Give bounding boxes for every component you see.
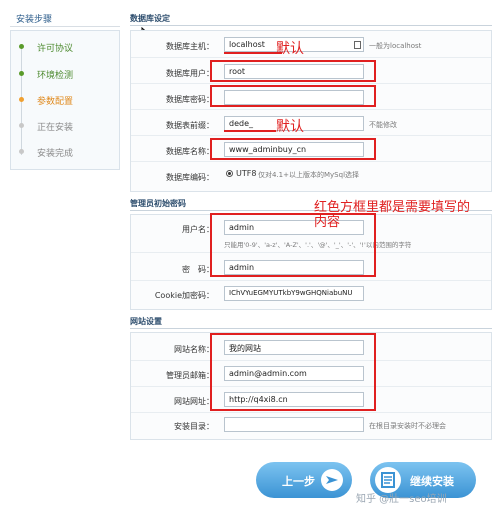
db-name-label: 数据库名称： — [166, 147, 214, 156]
annotation-underline — [224, 130, 276, 132]
site-url-label: 网站网址： — [174, 397, 214, 406]
site-section-header: 网站设置 — [130, 316, 492, 329]
step-label: 正在安装 — [37, 123, 74, 133]
watermark: 知乎 @壯一seo培训 — [356, 494, 447, 505]
install-dir-input[interactable] — [224, 417, 364, 432]
db-host-hint: 一般为localhost — [369, 42, 422, 50]
prev-step-label: 上一步 — [282, 475, 315, 488]
install-dir-hint: 在根目录安装时不必理会 — [369, 422, 446, 430]
step-todo-dot-icon — [19, 149, 24, 154]
install-dir-label: 安装目录： — [174, 422, 214, 431]
db-pass-label: 数据库密码： — [166, 95, 214, 104]
db-section-header: 数据库设定 — [130, 13, 492, 26]
db-prefix-hint: 不能修改 — [369, 121, 397, 129]
db-prefix-label: 数据表前缀： — [166, 121, 214, 130]
charset-utf8-radio[interactable] — [226, 170, 233, 177]
row-divider — [131, 280, 491, 281]
required-highlight-box — [210, 213, 376, 277]
db-host-label: 数据库主机： — [166, 42, 214, 51]
step-installing: 正在安装 — [19, 120, 74, 133]
charset-hint: 仅对4.1+以上版本的MySql选择 — [258, 171, 360, 179]
step-todo-dot-icon — [19, 123, 24, 128]
db-section-title: 数据库设定 — [130, 14, 170, 23]
row-divider — [131, 109, 491, 110]
annotation-default-2: 默认 — [276, 119, 304, 135]
db-panel — [130, 30, 492, 192]
arrow-icon — [321, 469, 343, 491]
continue-install-label: 继续安装 — [410, 475, 454, 488]
step-complete: 安装完成 — [19, 146, 74, 159]
step-license: 许可协议 — [19, 41, 74, 54]
row-divider — [131, 83, 491, 84]
prev-step-button[interactable]: 上一步 — [256, 462, 352, 498]
step-current-dot-icon — [19, 97, 24, 102]
row-divider — [131, 412, 491, 413]
cookie-label: Cookie加密码： — [154, 291, 214, 300]
step-env-check: 环境检测 — [19, 68, 74, 81]
db-charset-label: 数据库编码： — [166, 173, 214, 182]
install-steps-panel: 许可协议 环境检测 参数配置 正在安装 安装完成 — [10, 30, 120, 170]
required-highlight-box — [210, 60, 376, 82]
row-divider — [131, 161, 491, 162]
step-config: 参数配置 — [19, 94, 74, 107]
db-user-label: 数据库用户： — [166, 69, 214, 78]
charset-option-label: UTF8 — [236, 169, 257, 178]
annotation-default-1: 默认 — [276, 41, 304, 57]
step-label: 安装完成 — [37, 149, 74, 159]
admin-section-title: 管理员初始密码 — [130, 199, 186, 208]
admin-pass-label: 密 码： — [182, 265, 214, 274]
admin-email-label: 管理员邮箱： — [166, 371, 214, 380]
annotation-note-line2: 内容 — [314, 215, 341, 230]
site-name-label: 网站名称： — [174, 345, 214, 354]
required-highlight-box — [210, 138, 376, 160]
cookie-input[interactable]: IChVYuEGMYUTkbY9wGHQNiabuNU — [224, 286, 364, 301]
step-done-dot-icon — [19, 44, 24, 49]
step-label: 参数配置 — [37, 97, 74, 107]
annotation-underline — [224, 52, 282, 54]
step-label: 许可协议 — [37, 44, 74, 54]
required-highlight-box — [210, 333, 376, 411]
required-highlight-box — [210, 85, 376, 107]
step-label: 环境检测 — [37, 71, 74, 81]
sidebar-divider — [10, 26, 120, 27]
input-info-icon — [354, 41, 361, 49]
row-divider — [131, 135, 491, 136]
admin-user-label: 用户名： — [182, 225, 214, 234]
step-done-dot-icon — [19, 71, 24, 76]
site-section-title: 网站设置 — [130, 317, 162, 326]
row-divider — [131, 57, 491, 58]
sidebar-title: 安装步骤 — [16, 15, 53, 25]
